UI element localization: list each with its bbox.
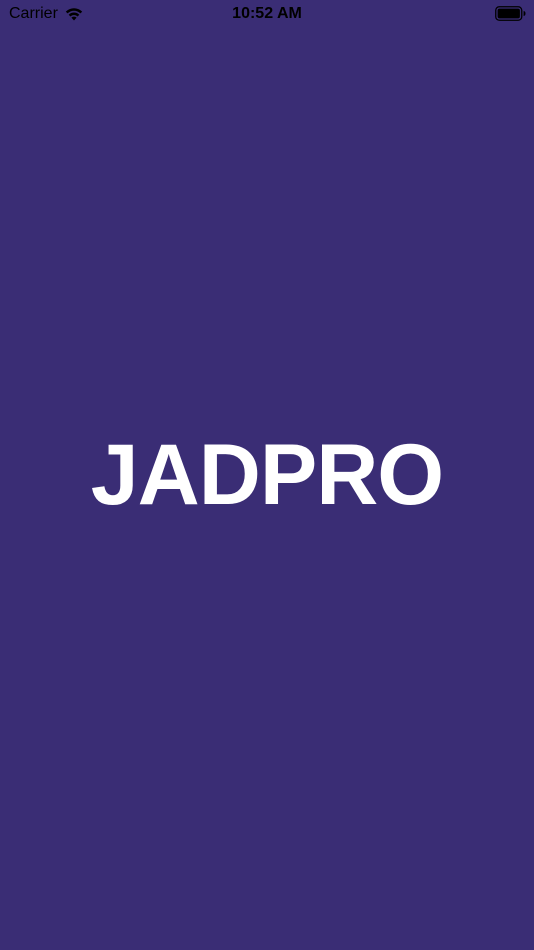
status-time: 10:52 AM — [232, 5, 302, 22]
battery-icon — [495, 6, 526, 21]
splash-screen: { "status_bar": { "carrier": "Carrier", … — [0, 0, 534, 950]
app-logo: JADPRO — [90, 427, 444, 523]
status-bar: Carrier 10:52 AM — [0, 0, 534, 28]
